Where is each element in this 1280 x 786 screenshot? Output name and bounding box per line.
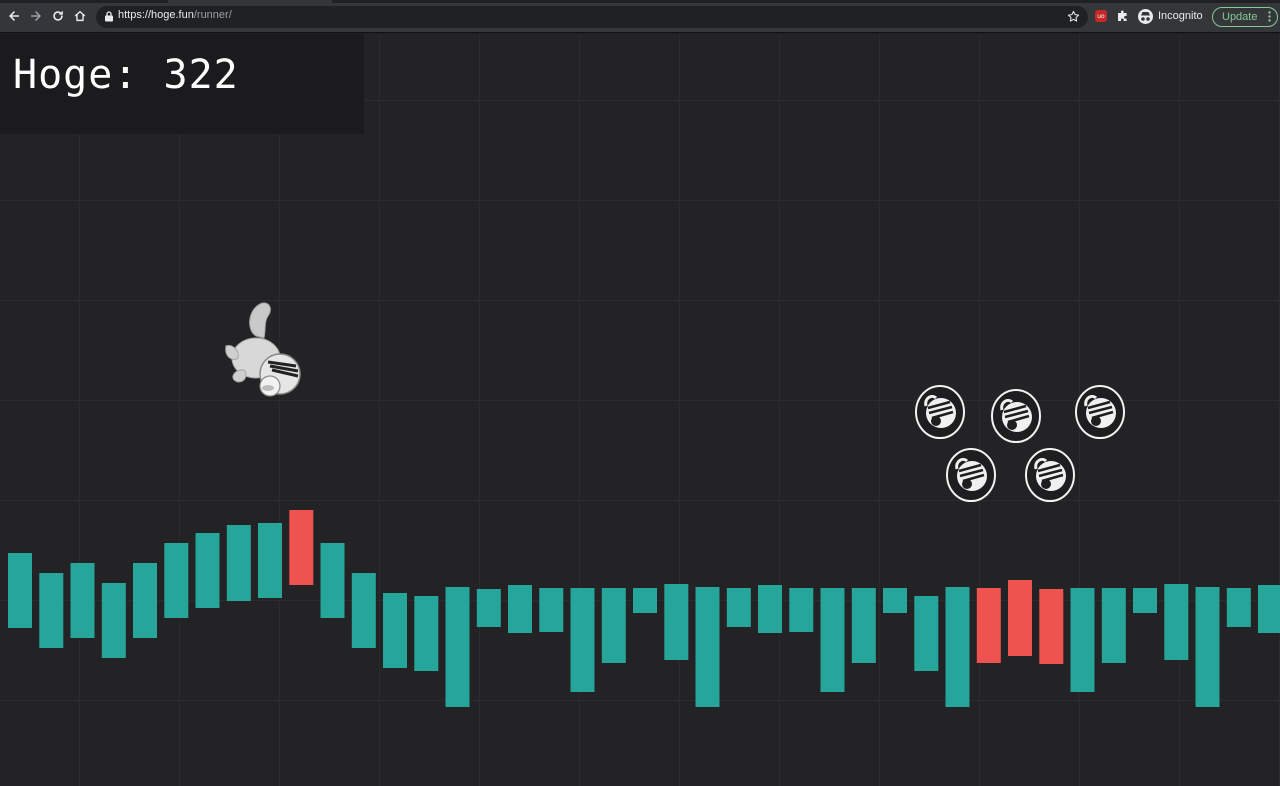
squirrel-icon [225,302,301,397]
game-canvas[interactable]: Hoge: 322 [0,34,1280,786]
hoge-coin-icon[interactable] [1024,447,1076,503]
green-candle [1101,588,1126,663]
green-candle [8,553,32,628]
red-candle [289,510,314,585]
ublock-extension-icon[interactable]: uo [1095,10,1107,22]
green-candle [664,584,689,660]
green-candle [726,588,751,627]
score-display: Hoge: 322 [13,52,239,98]
green-candle [695,587,720,707]
hoge-coin-icon[interactable] [945,447,997,503]
green-candle [601,588,626,663]
green-candle [195,533,220,608]
green-candle [133,563,157,638]
incognito-icon[interactable] [1138,9,1153,24]
green-candle [1164,584,1189,660]
home-icon[interactable] [72,8,88,24]
green-candle [351,573,376,648]
update-label: Update [1222,11,1258,23]
extension-badge: uo [1097,12,1105,20]
green-candle [633,588,657,613]
red-candle [1008,580,1032,656]
green-candle [258,523,282,598]
green-candle [39,573,64,648]
star-icon[interactable] [1067,10,1080,23]
update-button[interactable]: Update [1212,7,1278,27]
score-panel: Hoge: 322 [0,34,364,134]
green-candle [570,588,595,692]
green-candle [1226,588,1251,627]
hoge-coin-icon[interactable] [1074,384,1126,440]
hoge-coin-icon[interactable] [990,388,1042,444]
green-candle [70,563,95,638]
green-candle [820,588,845,692]
green-candle [101,583,126,658]
green-candle [383,593,407,668]
tab-strip [0,0,1280,3]
puzzle-icon[interactable] [1116,9,1130,23]
green-candle [539,588,564,632]
green-candle [945,587,970,707]
red-candle [1039,589,1064,664]
menu-dots-icon[interactable] [1268,11,1271,22]
green-candle [1070,588,1095,692]
address-bar[interactable]: https://hoge.fun/runner/ [96,6,1088,28]
green-candle [445,587,470,707]
green-candle [883,588,907,613]
green-candle [508,585,532,633]
url-host: https://hoge.fun [118,9,194,21]
active-tab[interactable] [168,0,332,3]
green-candle [1195,587,1220,707]
url-path: /runner/ [193,9,232,21]
green-candle [789,588,814,632]
green-candle [476,589,501,627]
green-candle [1258,585,1280,633]
green-candle [851,588,876,663]
lock-icon[interactable] [104,11,114,22]
url-text[interactable]: https://hoge.fun/runner/ [118,9,232,21]
green-candle [1133,588,1157,613]
green-candle [914,596,939,671]
incognito-label: Incognito [1158,10,1203,22]
green-candle [226,525,251,601]
red-candle [976,588,1001,663]
green-candle [320,543,345,618]
green-candle [164,543,189,618]
green-candle [758,585,782,633]
green-candle [414,596,439,671]
hoge-coin-icon[interactable] [914,384,966,440]
back-arrow-icon[interactable] [6,8,22,24]
reload-icon[interactable] [50,8,66,24]
browser-toolbar: https://hoge.fun/runner/ uo Incognito Up… [0,0,1280,33]
forward-arrow-icon[interactable] [28,8,44,24]
